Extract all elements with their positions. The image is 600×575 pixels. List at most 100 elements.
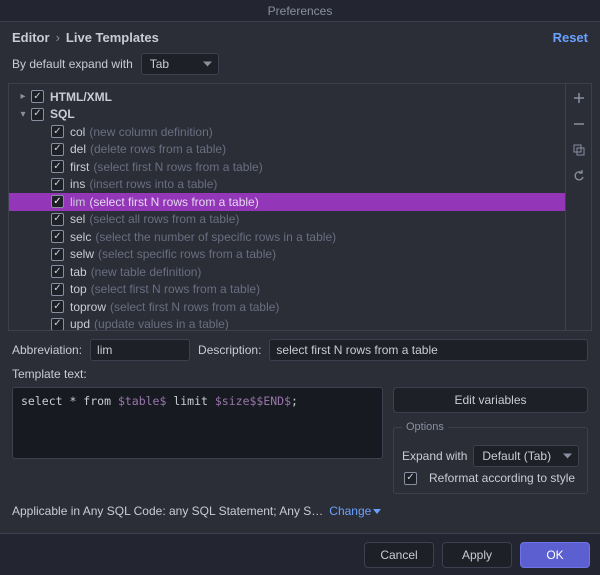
default-expand-select[interactable]: Tab xyxy=(141,53,219,75)
template-item-del[interactable]: del (delete rows from a table) xyxy=(9,141,565,159)
template-item-upd[interactable]: upd (update values in a table) xyxy=(9,316,565,331)
template-checkbox[interactable] xyxy=(51,283,64,296)
template-desc: (select first N rows from a table) xyxy=(89,195,258,209)
description-label: Description: xyxy=(198,343,261,357)
reset-link[interactable]: Reset xyxy=(553,30,588,45)
options-fieldset: Options Expand with Default (Tab) Reform… xyxy=(393,421,588,494)
minus-icon xyxy=(573,118,585,130)
abbreviation-input[interactable] xyxy=(90,339,190,361)
template-group-html-xml[interactable]: ▸ HTML/XML xyxy=(9,88,565,106)
template-item-tab[interactable]: tab (new table definition) xyxy=(9,263,565,281)
group-checkbox[interactable] xyxy=(31,90,44,103)
cancel-button[interactable]: Cancel xyxy=(364,542,434,568)
expand-with-select[interactable]: Default (Tab) xyxy=(473,445,579,467)
applicable-context: Applicable in Any SQL Code: any SQL Stat… xyxy=(12,500,588,518)
template-checkbox[interactable] xyxy=(51,230,64,243)
template-checkbox[interactable] xyxy=(51,300,64,313)
template-desc: (new column definition) xyxy=(89,125,212,139)
templates-tree[interactable]: ▸ HTML/XML ▾ SQL col (new column definition)… xyxy=(9,84,565,330)
remove-template-button[interactable] xyxy=(571,116,587,132)
template-desc: (insert rows into a table) xyxy=(89,177,217,191)
revert-template-button[interactable] xyxy=(571,168,587,184)
edit-variables-button[interactable]: Edit variables xyxy=(393,387,588,413)
template-abbr: selc xyxy=(70,230,91,244)
abbr-desc-row: Abbreviation: Description: xyxy=(12,339,588,361)
apply-button[interactable]: Apply xyxy=(442,542,512,568)
window-title: Preferences xyxy=(268,4,333,18)
template-item-selw[interactable]: selw (select specific rows from a table) xyxy=(9,246,565,264)
chevron-down-icon[interactable]: ▾ xyxy=(17,109,29,120)
options-legend: Options xyxy=(402,421,448,433)
template-item-lim[interactable]: lim (select first N rows from a table) xyxy=(9,193,565,211)
description-input[interactable] xyxy=(269,339,588,361)
ok-button[interactable]: OK xyxy=(520,542,590,568)
default-expand-value: Tab xyxy=(150,57,169,71)
template-abbr: tab xyxy=(70,265,87,279)
template-desc: (update values in a table) xyxy=(94,317,229,330)
template-item-toprow[interactable]: toprow (select first N rows from a table… xyxy=(9,298,565,316)
template-item-first[interactable]: first (select first N rows from a table) xyxy=(9,158,565,176)
template-checkbox[interactable] xyxy=(51,213,64,226)
breadcrumb-current: Live Templates xyxy=(66,30,159,45)
template-form: Abbreviation: Description: Template text… xyxy=(0,331,600,533)
template-checkbox[interactable] xyxy=(51,195,64,208)
template-item-selc[interactable]: selc (select the number of specific rows… xyxy=(9,228,565,246)
group-label: SQL xyxy=(50,107,75,121)
template-desc: (select first N rows from a table) xyxy=(110,300,279,314)
template-desc: (select first N rows from a table) xyxy=(91,282,260,296)
template-checkbox[interactable] xyxy=(51,318,64,330)
template-item-top[interactable]: top (select first N rows from a table) xyxy=(9,281,565,299)
chevron-down-icon xyxy=(203,62,212,67)
group-label: HTML/XML xyxy=(50,90,112,104)
template-checkbox[interactable] xyxy=(51,160,64,173)
template-abbr: selw xyxy=(70,247,94,261)
template-desc: (delete rows from a table) xyxy=(90,142,226,156)
default-expand-label: By default expand with xyxy=(12,57,133,71)
expand-with-label: Expand with xyxy=(402,449,467,463)
template-abbr: upd xyxy=(70,317,90,330)
template-desc: (select first N rows from a table) xyxy=(93,160,262,174)
template-text-label: Template text: xyxy=(12,367,588,381)
dialog-footer: Cancel Apply OK xyxy=(0,533,600,575)
templates-tree-container: ▸ HTML/XML ▾ SQL col (new column definition)… xyxy=(8,83,592,331)
template-item-ins[interactable]: ins (insert rows into a table) xyxy=(9,176,565,194)
template-desc: (new table definition) xyxy=(91,265,202,279)
applicable-text: Applicable in Any SQL Code: any SQL Stat… xyxy=(12,504,323,518)
template-abbr: lim xyxy=(70,195,85,209)
duplicate-template-button[interactable] xyxy=(571,142,587,158)
breadcrumb-parent[interactable]: Editor xyxy=(12,30,50,45)
template-checkbox[interactable] xyxy=(51,125,64,138)
template-item-sel[interactable]: sel (select all rows from a table) xyxy=(9,211,565,229)
template-group-sql[interactable]: ▾ SQL xyxy=(9,106,565,124)
chevron-down-icon xyxy=(563,454,572,459)
template-checkbox[interactable] xyxy=(51,265,64,278)
template-abbr: first xyxy=(70,160,89,174)
change-context-link[interactable]: Change xyxy=(329,504,381,518)
preferences-titlebar: Preferences xyxy=(0,0,600,22)
default-expand-row: By default expand with Tab xyxy=(0,51,600,83)
expand-with-value: Default (Tab) xyxy=(482,449,551,463)
breadcrumb: Editor › Live Templates Reset xyxy=(0,22,600,51)
template-checkbox[interactable] xyxy=(51,248,64,261)
template-checkbox[interactable] xyxy=(51,178,64,191)
duplicate-icon xyxy=(573,144,585,156)
plus-icon xyxy=(573,92,585,104)
template-abbr: col xyxy=(70,125,85,139)
template-abbr: sel xyxy=(70,212,85,226)
add-template-button[interactable] xyxy=(571,90,587,106)
chevron-down-icon xyxy=(373,509,381,514)
group-checkbox[interactable] xyxy=(31,108,44,121)
template-abbr: top xyxy=(70,282,87,296)
reformat-checkbox[interactable] xyxy=(404,472,417,485)
template-text-editor[interactable]: select * from $table$ limit $size$$END$; xyxy=(12,387,383,459)
template-abbr: del xyxy=(70,142,86,156)
template-desc: (select specific rows from a table) xyxy=(98,247,276,261)
template-checkbox[interactable] xyxy=(51,143,64,156)
tree-gutter xyxy=(565,84,591,330)
template-desc: (select all rows from a table) xyxy=(89,212,239,226)
template-abbr: ins xyxy=(70,177,85,191)
template-item-col[interactable]: col (new column definition) xyxy=(9,123,565,141)
template-abbr: toprow xyxy=(70,300,106,314)
abbreviation-label: Abbreviation: xyxy=(12,343,82,357)
chevron-right-icon[interactable]: ▸ xyxy=(17,91,29,102)
